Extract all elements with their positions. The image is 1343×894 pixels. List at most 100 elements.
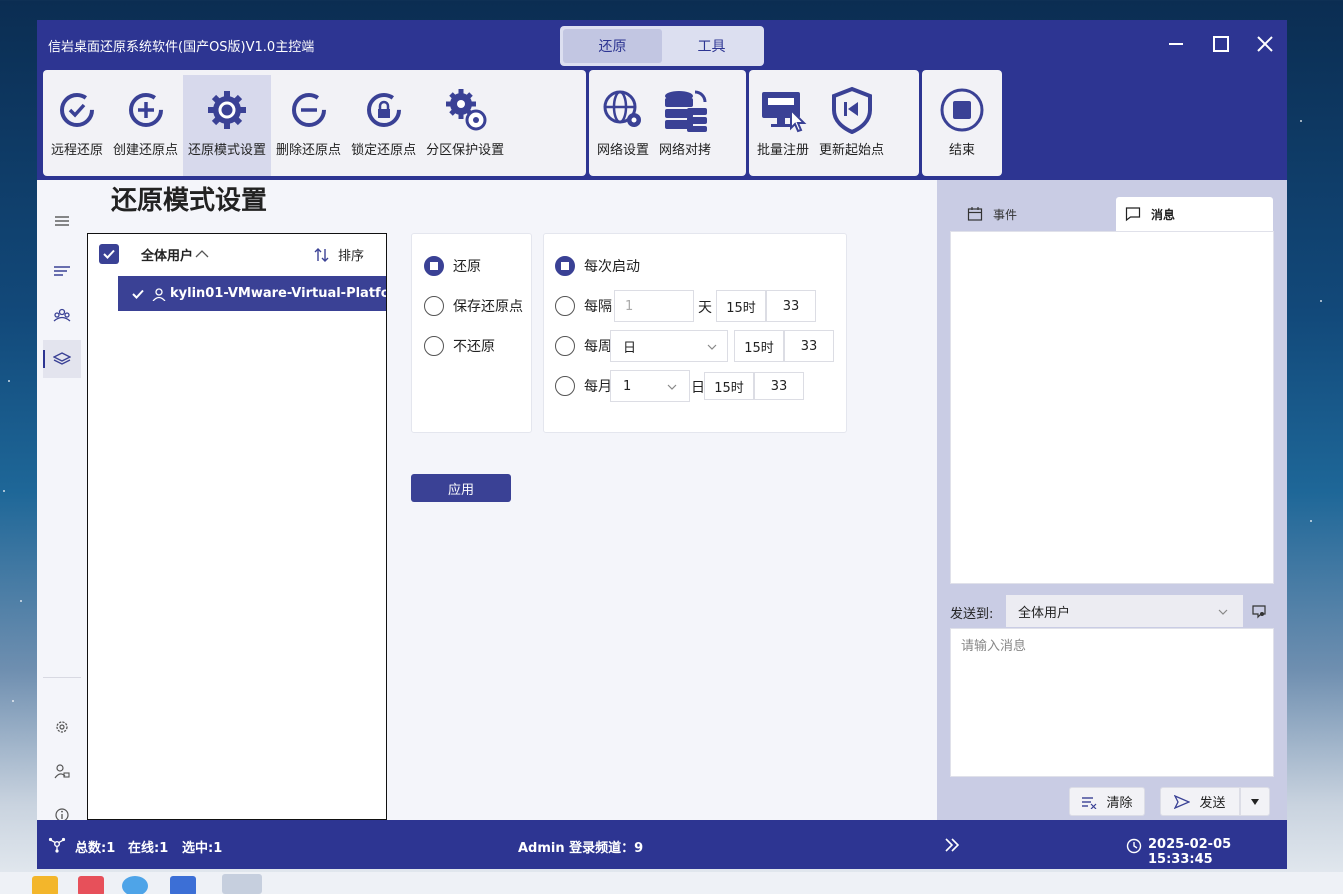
app-store-icon[interactable] — [78, 876, 104, 894]
tab-tools[interactable]: 工具 — [662, 29, 761, 63]
radio-indicator — [424, 256, 444, 276]
minimize-button[interactable] — [1164, 32, 1188, 56]
radio-weekly[interactable]: 每周 — [555, 336, 612, 356]
lock-restore-point-button[interactable]: 锁定还原点 — [346, 75, 421, 176]
clear-button[interactable]: 清除 — [1069, 787, 1145, 816]
toolbar-group-network: 网络设置 网络对拷 — [589, 70, 746, 176]
left-rail — [37, 180, 87, 822]
page-title: 还原模式设置 — [111, 186, 268, 216]
radio-indicator — [424, 336, 444, 356]
main-content: 还原模式设置 全体用户 排序 kylin01-VMware-Virtual-Pl… — [87, 180, 937, 820]
gear-icon — [56, 721, 68, 733]
list-view-button[interactable] — [43, 252, 81, 290]
user-lock-button[interactable] — [43, 752, 81, 790]
schedule-card: 每次启动 每隔 1 天 15时 33 每周 日 15时 33 每月 1 日 15… — [543, 233, 847, 433]
delete-restore-point-button[interactable]: 删除还原点 — [271, 75, 346, 176]
check-icon — [132, 289, 144, 299]
stop-button[interactable]: 结束 — [932, 75, 992, 176]
update-start-point-button[interactable]: 更新起始点 — [814, 75, 889, 176]
select-all-checkbox[interactable] — [99, 244, 119, 264]
apply-button[interactable]: 应用 — [411, 474, 511, 502]
tab-messages[interactable]: 消息 — [1116, 197, 1273, 231]
settings-button[interactable] — [43, 708, 81, 746]
app-window: 信岩桌面还原系统软件(国产OS版)V1.0主控端 还原 工具 远程还原 创建还原… — [37, 20, 1287, 869]
partition-protect-button[interactable]: 分区保护设置 — [421, 75, 509, 176]
tab-events[interactable]: 事件 — [957, 197, 1107, 231]
chevron-up-icon[interactable] — [195, 249, 209, 259]
message-history — [950, 231, 1274, 584]
monthly-minute-input[interactable]: 33 — [754, 372, 804, 400]
interval-hour-input[interactable]: 15时 — [716, 290, 766, 322]
remote-restore-button[interactable]: 远程还原 — [46, 75, 108, 176]
hamburger-icon — [55, 216, 69, 226]
toolbar-group-stop: 结束 — [922, 70, 1002, 176]
weekly-day-select[interactable]: 日 — [610, 330, 728, 362]
clear-label: 清除 — [1106, 796, 1133, 811]
taskbar — [0, 872, 1343, 894]
send-button[interactable]: 发送 — [1160, 787, 1240, 816]
send-icon — [1174, 794, 1191, 809]
select-recipients-button[interactable] — [1251, 603, 1267, 623]
stop-icon — [937, 85, 987, 135]
caret-down-icon — [1251, 798, 1259, 805]
radio-save-restore-point[interactable]: 保存还原点 — [424, 296, 523, 316]
calendar-icon — [967, 207, 983, 221]
restore-mode-card: 还原 保存还原点 不还原 — [411, 233, 532, 433]
status-total: 总数:1 — [75, 841, 116, 856]
radio-monthly[interactable]: 每月 — [555, 376, 612, 396]
radio-restore[interactable]: 还原 — [424, 256, 481, 276]
group-view-button[interactable] — [43, 296, 81, 334]
mode-tabs: 还原 工具 — [560, 26, 764, 66]
all-users-label[interactable]: 全体用户 — [141, 245, 193, 264]
weekly-day-value: 日 — [623, 340, 637, 356]
user-lock-icon — [54, 764, 70, 779]
menu-button[interactable] — [43, 202, 81, 240]
close-button[interactable] — [1253, 32, 1277, 56]
batch-register-icon — [758, 85, 808, 135]
file-manager-icon[interactable] — [32, 876, 58, 894]
interval-minute-input[interactable]: 33 — [766, 290, 816, 322]
monitor-app-icon[interactable] — [170, 876, 196, 894]
message-input[interactable]: 请输入消息 — [950, 628, 1274, 777]
tab-messages-label: 消息 — [1151, 207, 1176, 222]
sort-button[interactable]: 排序 — [314, 245, 364, 264]
interval-days-input[interactable]: 1 — [614, 290, 694, 322]
weekly-hour-input[interactable]: 15时 — [734, 330, 784, 362]
double-chevron-right-icon[interactable] — [944, 837, 960, 853]
monthly-day-select[interactable]: 1 — [610, 370, 690, 402]
clock-icon — [1126, 838, 1142, 854]
create-restore-point-button[interactable]: 创建还原点 — [108, 75, 183, 176]
radio-every-boot[interactable]: 每次启动 — [555, 256, 640, 276]
maximize-button[interactable] — [1209, 32, 1233, 56]
active-window-icon[interactable] — [222, 874, 262, 894]
radio-indicator — [555, 256, 575, 276]
status-datetime: 2025-02-05 15:33:45 — [1148, 837, 1232, 867]
network-copy-button[interactable]: 网络对拷 — [654, 75, 716, 176]
monthly-hour-input[interactable]: 15时 — [704, 372, 754, 400]
network-nodes-icon — [48, 837, 66, 853]
radio-every-interval[interactable]: 每隔 — [555, 296, 612, 316]
weekly-minute-input[interactable]: 33 — [784, 330, 834, 362]
layers-view-button[interactable] — [43, 340, 81, 378]
radio-indicator — [555, 376, 575, 396]
restore-mode-settings-button[interactable]: 还原模式设置 — [183, 75, 272, 176]
send-label: 发送 — [1199, 796, 1226, 811]
send-options-button[interactable] — [1240, 787, 1270, 816]
message-panel: 事件 消息 发送到: 全体用户 请输入消息 清除 发送 — [937, 180, 1287, 820]
title-bar: 信岩桌面还原系统软件(国产OS版)V1.0主控端 还原 工具 — [37, 20, 1287, 70]
user-row[interactable]: kylin01-VMware-Virtual-Platform(17 — [118, 276, 386, 311]
update-start-point-icon — [827, 85, 877, 135]
monthly-unit: 日 — [691, 380, 705, 396]
chevron-down-icon — [707, 344, 717, 350]
send-to-select[interactable]: 全体用户 — [1006, 595, 1243, 627]
tab-restore[interactable]: 还原 — [563, 29, 662, 63]
toolbar: 远程还原 创建还原点 还原模式设置 删除还原点 锁定还原点 分区保护设置 网络设… — [37, 70, 1287, 180]
radio-indicator — [424, 296, 444, 316]
sort-icon — [314, 247, 329, 262]
radio-no-restore[interactable]: 不还原 — [424, 336, 495, 356]
user-icon — [152, 287, 166, 301]
minimize-icon — [1169, 43, 1183, 45]
batch-register-button[interactable]: 批量注册 — [752, 75, 814, 176]
network-settings-button[interactable]: 网络设置 — [592, 75, 654, 176]
browser-icon[interactable] — [122, 876, 148, 894]
